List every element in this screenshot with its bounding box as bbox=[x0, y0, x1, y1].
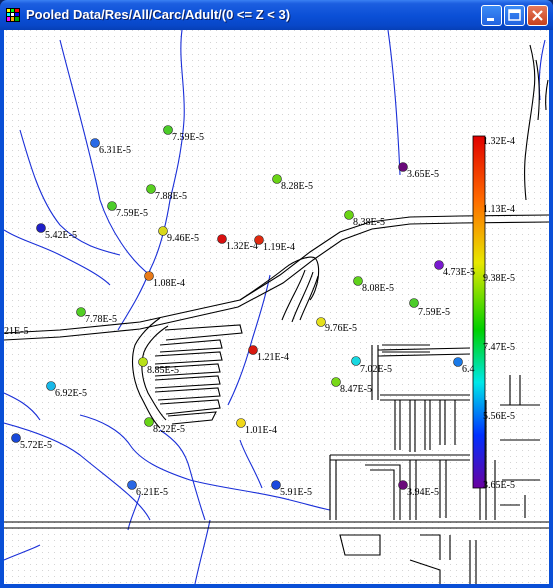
sample-point-label: 7.78E-5 bbox=[85, 314, 117, 325]
app-icon bbox=[6, 8, 20, 22]
maximize-button[interactable] bbox=[504, 5, 525, 26]
map-background bbox=[4, 30, 549, 584]
sample-point-label: 7.59E-5 bbox=[418, 307, 450, 318]
sample-point-label: 1.32E-4 bbox=[226, 241, 258, 252]
sample-point-label: 3.94E-5 bbox=[407, 487, 439, 498]
scale-label: 1.32E-4 bbox=[483, 136, 515, 147]
sample-point-label: 6.92E-5 bbox=[55, 388, 87, 399]
sample-point-label: 7.59E-5 bbox=[116, 208, 148, 219]
sample-point-label: 9.76E-5 bbox=[325, 323, 357, 334]
title-bar[interactable]: Pooled Data/Res/All/Carc/Adult/(0 <= Z <… bbox=[0, 0, 553, 30]
sample-point-label: 8.22E-5 bbox=[153, 424, 185, 435]
sample-point-label: 5.72E-5 bbox=[20, 440, 52, 451]
sample-point-label: 1.19E-4 bbox=[263, 242, 295, 253]
sample-point-label: 21E-5 bbox=[4, 326, 28, 337]
map-svg: 1.32E-4 1.13E-4 9.38E-5 7.47E-5 5.56E-5 3.65E… bbox=[4, 30, 549, 584]
sample-point-label: 8.08E-5 bbox=[362, 283, 394, 294]
scale-label: 1.13E-4 bbox=[483, 204, 515, 215]
sample-point-label: 8.28E-5 bbox=[281, 181, 313, 192]
sample-point-label: 1.01E-4 bbox=[245, 425, 277, 436]
scale-label: 3.65E-5 bbox=[483, 480, 515, 491]
sample-point-label: 9.46E-5 bbox=[167, 233, 199, 244]
sample-point-label: 1.08E-4 bbox=[153, 278, 185, 289]
sample-point-label: 8.85E-5 bbox=[147, 365, 179, 376]
scale-label: 5.56E-5 bbox=[483, 411, 515, 422]
window-frame-right bbox=[549, 30, 553, 588]
app-window: Pooled Data/Res/All/Carc/Adult/(0 <= Z <… bbox=[0, 0, 553, 588]
sample-point-label: 5.42E-5 bbox=[45, 230, 77, 241]
window-title: Pooled Data/Res/All/Carc/Adult/(0 <= Z <… bbox=[26, 7, 291, 22]
sample-point-label: 6.4 bbox=[462, 364, 475, 375]
sample-point-label: 8.38E-5 bbox=[353, 217, 385, 228]
maximize-icon bbox=[508, 9, 521, 21]
color-scale-bar bbox=[472, 135, 486, 489]
scale-label: 9.38E-5 bbox=[483, 273, 515, 284]
map-canvas[interactable]: 1.32E-4 1.13E-4 9.38E-5 7.47E-5 5.56E-5 3.65E… bbox=[4, 30, 549, 584]
sample-point-label: 7.88E-5 bbox=[155, 191, 187, 202]
close-button[interactable] bbox=[527, 5, 548, 26]
minimize-button[interactable] bbox=[481, 5, 502, 26]
sample-point-label: 4.73E-5 bbox=[443, 267, 475, 278]
sample-point-label: 6.31E-5 bbox=[99, 145, 131, 156]
sample-point-label: 8.47E-5 bbox=[340, 384, 372, 395]
sample-point-label: 5.91E-5 bbox=[280, 487, 312, 498]
sample-point[interactable]: 21E-5 bbox=[4, 326, 28, 337]
close-icon bbox=[532, 10, 543, 21]
sample-point-label: 7.02E-5 bbox=[360, 364, 392, 375]
sample-point-label: 3.65E-5 bbox=[407, 169, 439, 180]
window-frame-bottom bbox=[0, 584, 553, 588]
sample-point-label: 1.21E-4 bbox=[257, 352, 289, 363]
scale-label: 7.47E-5 bbox=[483, 342, 515, 353]
sample-point-label: 7.59E-5 bbox=[172, 132, 204, 143]
minimize-icon bbox=[487, 18, 494, 21]
sample-point-label: 6.21E-5 bbox=[136, 487, 168, 498]
